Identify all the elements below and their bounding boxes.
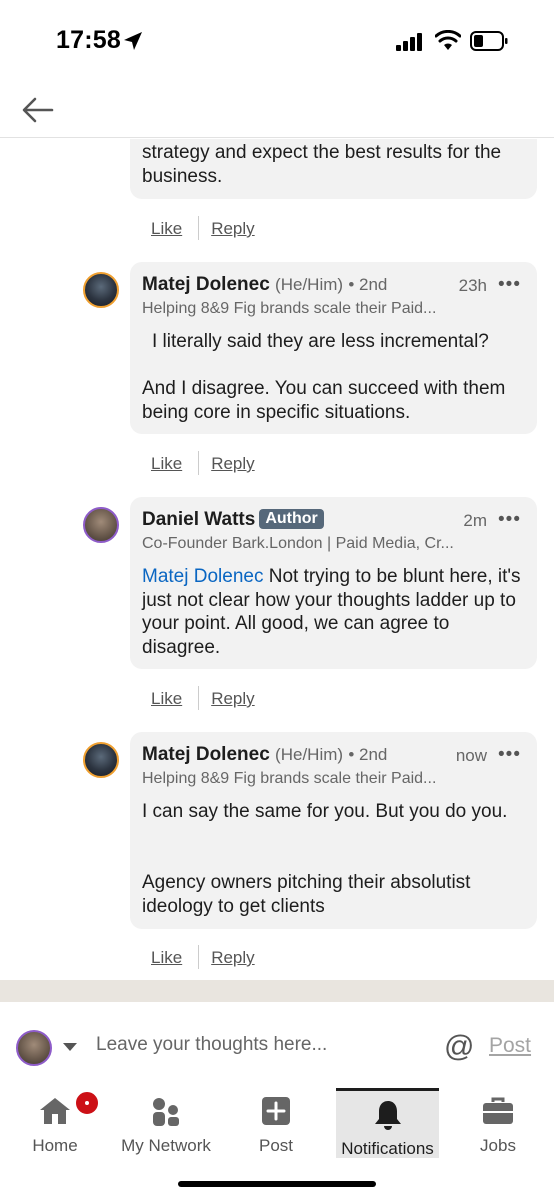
cellular-signal-icon (396, 33, 422, 51)
nav-label: My Network (121, 1136, 211, 1155)
divider (198, 216, 200, 240)
nav-label: Notifications (341, 1139, 434, 1158)
more-options-icon[interactable]: ••• (498, 509, 521, 531)
mention-link[interactable]: Matej Dolenec (142, 566, 263, 587)
comment-actions: Like Reply (151, 945, 255, 969)
pronouns: (He/Him) (275, 745, 344, 764)
comment-text: strategy and expect the best results for… (142, 142, 502, 187)
comment-text: Agency owners pitching their absolutist … (142, 872, 471, 917)
like-button[interactable]: Like (151, 454, 182, 473)
comment-compose-bar: @ Post (0, 1002, 554, 1082)
commenter-name-text: Daniel Watts (142, 509, 256, 530)
commenter-name-text: Matej Dolenec (142, 744, 270, 765)
divider (198, 451, 200, 475)
top-bar (0, 84, 554, 138)
commenter-name-text: Matej Dolenec (142, 274, 270, 295)
like-button[interactable]: Like (151, 948, 182, 967)
nav-label: Post (258, 1136, 294, 1155)
my-avatar[interactable] (16, 1030, 52, 1066)
reply-button[interactable]: Reply (211, 948, 254, 967)
home-icon (40, 1098, 70, 1124)
more-options-icon[interactable]: ••• (498, 274, 521, 296)
nav-label: Jobs (480, 1136, 516, 1155)
post-button[interactable]: Post (489, 1034, 531, 1058)
status-time: 17:58 (56, 26, 121, 54)
divider (198, 686, 200, 710)
comment-time: 23h (458, 276, 487, 295)
comment-text: Matej Dolenec Not trying to be blunt her… (142, 565, 525, 659)
comment-bubble: Matej Dolenec (He/Him) • 2nd 23h ••• Hel… (130, 262, 537, 434)
comment-time: now (455, 746, 487, 765)
comment-actions: Like Reply (151, 216, 255, 240)
caret-down-icon[interactable] (62, 1042, 78, 1052)
nav-notifications[interactable]: Notifications (336, 1088, 439, 1158)
battery-icon (470, 31, 508, 51)
comment-input[interactable] (96, 1034, 426, 1056)
divider (198, 945, 200, 969)
bottom-nav: Home My Network Post Notifications Jobs (0, 1082, 554, 1200)
nav-my-network[interactable]: My Network (112, 1088, 220, 1158)
wifi-icon (435, 30, 461, 50)
briefcase-icon (483, 1097, 513, 1124)
like-button[interactable]: Like (151, 219, 182, 238)
reply-button[interactable]: Reply (211, 689, 254, 708)
location-arrow-icon (124, 32, 142, 50)
notification-badge (74, 1090, 100, 1116)
pronouns: (He/Him) (275, 275, 344, 294)
comment-time: 2m (463, 511, 487, 530)
comment-text: And I disagree. You can succeed with the… (142, 378, 506, 423)
comment-bubble: Daniel Watts Author 2m ••• Co-Founder Bar… (130, 497, 537, 669)
avatar[interactable] (83, 272, 119, 308)
nav-post[interactable]: Post (236, 1088, 316, 1158)
commenter-name[interactable]: Daniel Watts Author (142, 509, 324, 531)
plus-icon (262, 1097, 290, 1125)
status-bar: 17:58 (0, 0, 554, 84)
comment-actions: Like Reply (151, 686, 255, 710)
comment-bubble-partial: strategy and expect the best results for… (130, 139, 537, 199)
comment-bubble: Matej Dolenec (He/Him) • 2nd now ••• Hel… (130, 732, 537, 929)
home-indicator (178, 1181, 376, 1187)
comment-text: I can say the same for you. But you do y… (142, 801, 508, 822)
mention-at-icon[interactable]: @ (444, 1030, 474, 1064)
connection-degree: • 2nd (348, 275, 388, 294)
reply-button[interactable]: Reply (211, 454, 254, 473)
section-divider (0, 980, 554, 1002)
commenter-headline: Helping 8&9 Fig brands scale their Paid.… (142, 300, 437, 317)
comment-thread[interactable]: strategy and expect the best results for… (0, 139, 554, 980)
arrow-left-icon (22, 97, 54, 123)
reply-button[interactable]: Reply (211, 219, 254, 238)
more-options-icon[interactable]: ••• (498, 744, 521, 766)
nav-jobs[interactable]: Jobs (458, 1088, 538, 1158)
commenter-name[interactable]: Matej Dolenec (He/Him) • 2nd (142, 744, 387, 766)
author-badge: Author (259, 509, 324, 529)
nav-label: Home (32, 1136, 78, 1155)
nav-home[interactable]: Home (10, 1088, 100, 1158)
bell-icon (374, 1101, 401, 1130)
comment-actions: Like Reply (151, 451, 255, 475)
connection-degree: • 2nd (348, 745, 388, 764)
commenter-headline: Helping 8&9 Fig brands scale their Paid.… (142, 770, 437, 787)
comment-text: I literally said they are less increment… (152, 331, 489, 352)
commenter-headline: Co-Founder Bark.London | Paid Media, Cr.… (142, 535, 454, 552)
avatar[interactable] (83, 742, 119, 778)
commenter-name[interactable]: Matej Dolenec (He/Him) • 2nd (142, 274, 387, 296)
like-button[interactable]: Like (151, 689, 182, 708)
avatar[interactable] (83, 507, 119, 543)
network-icon (153, 1098, 179, 1126)
back-button[interactable] (20, 92, 60, 128)
